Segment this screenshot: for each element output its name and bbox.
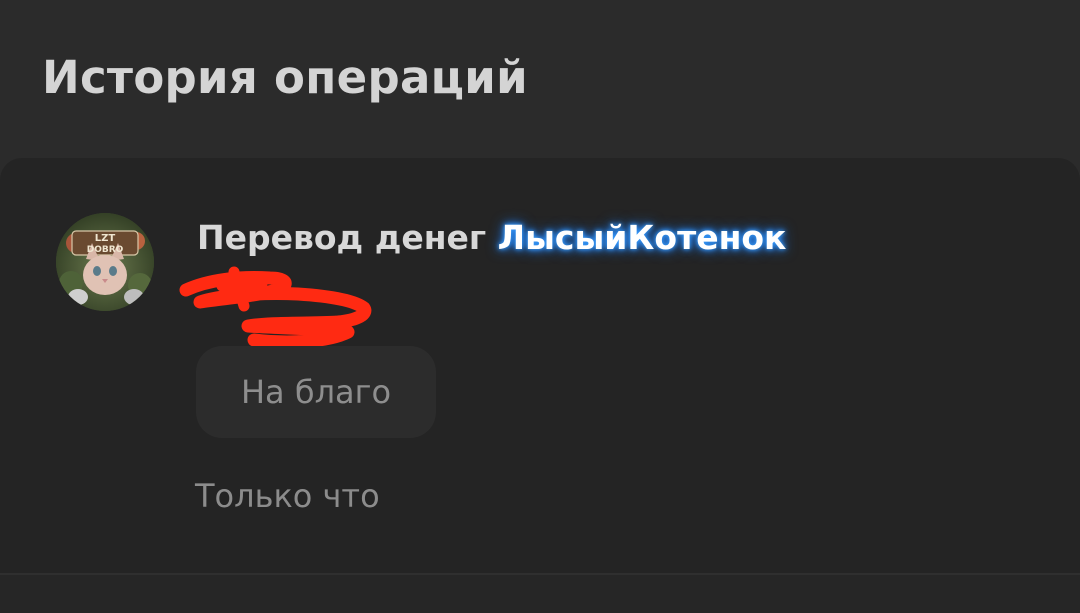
redaction-scribble xyxy=(179,266,372,348)
transaction-comment-chip: На благо xyxy=(196,346,436,438)
recipient-username-link[interactable]: ЛысыйКотенок xyxy=(498,218,787,257)
user-avatar-icon[interactable]: LZT DOBRO xyxy=(56,213,154,311)
next-card-edge xyxy=(0,575,1080,613)
transaction-title: Перевод денег ЛысыйКотенок xyxy=(197,216,786,260)
operations-history-screen: История операций LZT DOBRO Перевод денег… xyxy=(0,0,1080,613)
transaction-comment: На благо xyxy=(240,373,392,411)
avatar-logo-text: LZT xyxy=(95,233,116,244)
transaction-timestamp: Только что xyxy=(195,477,380,515)
transaction-type-label: Перевод денег xyxy=(197,218,487,257)
page-title: История операций xyxy=(42,51,528,104)
avatar-logo-text: DOBRO xyxy=(87,245,124,255)
avatar-image: LZT DOBRO xyxy=(56,213,154,311)
transaction-card: LZT DOBRO Перевод денег ЛысыйКотенок На … xyxy=(0,158,1080,613)
